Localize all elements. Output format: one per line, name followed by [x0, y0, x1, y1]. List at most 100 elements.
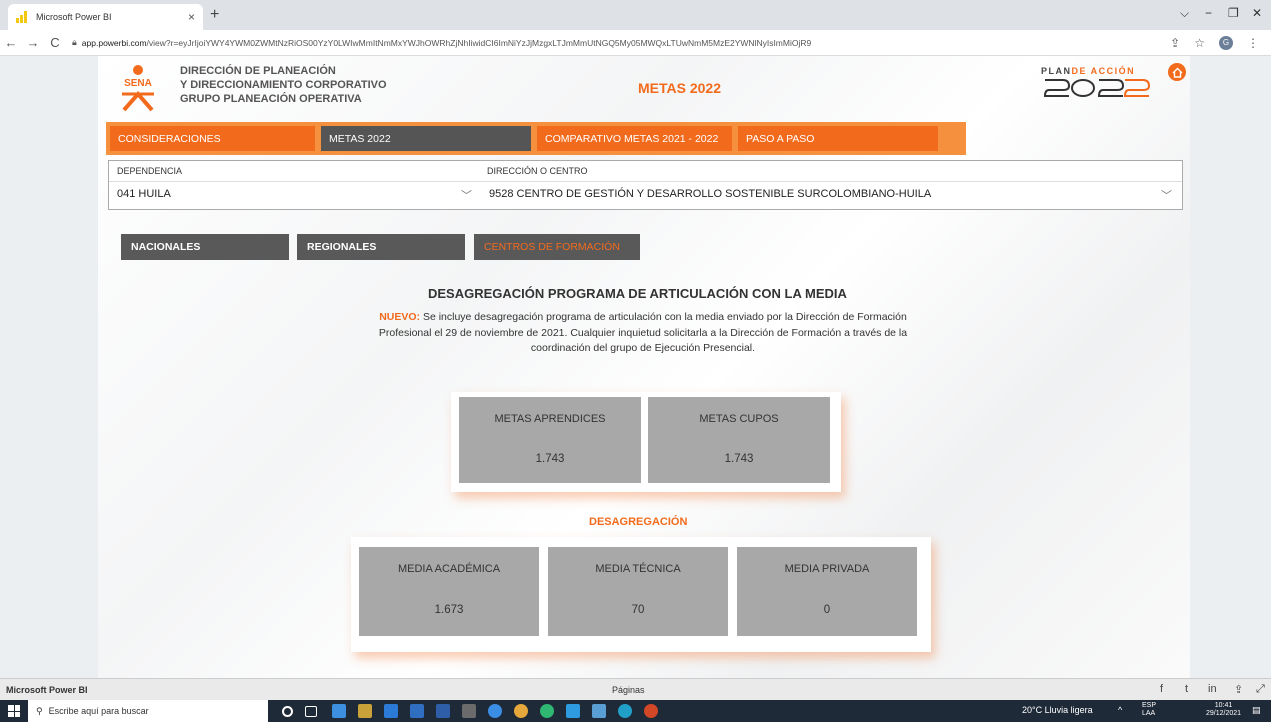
facebook-icon[interactable]: f: [1160, 683, 1163, 695]
onedrive-icon[interactable]: [566, 704, 580, 718]
clock-time: 10:41: [1214, 702, 1233, 709]
back-button[interactable]: ←: [0, 35, 22, 50]
tab-nacionales[interactable]: NACIONALES: [121, 234, 289, 260]
calculator-icon[interactable]: [358, 704, 372, 718]
keyboard-layout: LAA: [1142, 710, 1156, 717]
share-icon[interactable]: ⇪: [1234, 683, 1243, 696]
media-tecnica-label: MEDIA TÉCNICA: [595, 563, 681, 575]
header-line: Y DIRECCIONAMIENTO CORPORATIVO: [180, 79, 387, 91]
metas-cupos-value: 1.743: [724, 453, 754, 465]
nav-consideraciones-button[interactable]: CONSIDERACIONES: [110, 126, 315, 151]
language-code: ESP: [1142, 702, 1157, 709]
desagregacion-card-group: MEDIA ACADÉMICA 1.673 MEDIA TÉCNICA 70 M…: [351, 537, 931, 652]
taskbar-search[interactable]: ⚲ Escribe aquí para buscar: [28, 700, 268, 722]
chrome-icon[interactable]: [514, 704, 528, 718]
plan-logo-suffix: DE ACCIÓN: [1071, 66, 1136, 76]
menu-icon[interactable]: ⋮: [1247, 36, 1259, 50]
windows-start-icon[interactable]: [8, 705, 20, 717]
section-title: DESAGREGACIÓN PROGRAMA DE ARTICULACIÓN C…: [428, 286, 847, 301]
browser-tab[interactable]: Microsoft Power BI ×: [8, 4, 203, 30]
media-privada-card: MEDIA PRIVADA 0: [737, 547, 917, 636]
app-icon[interactable]: [618, 704, 632, 718]
home-button[interactable]: [1168, 63, 1186, 81]
pen-icon[interactable]: [462, 704, 476, 718]
report-canvas: SENA DIRECCIÓN DE PLANEACIÓN Y DIRECCION…: [0, 56, 1271, 678]
share-icon[interactable]: ⇪: [1170, 36, 1180, 50]
mail-icon[interactable]: [384, 704, 398, 718]
new-tab-button[interactable]: +: [210, 6, 219, 24]
report-nav-bar: CONSIDERACIONES METAS 2022 COMPARATIVO M…: [106, 122, 966, 155]
tray-chevron-up-icon[interactable]: ^: [1118, 705, 1122, 715]
header-line: DIRECCIÓN DE PLANEACIÓN: [180, 65, 336, 77]
file-explorer-icon[interactable]: [332, 704, 346, 718]
powerpoint-icon[interactable]: [644, 704, 658, 718]
powerbi-footer: Microsoft Power BI Páginas f t in ⇪ ⤢: [0, 678, 1271, 700]
metas-cupos-card: METAS CUPOS 1.743: [648, 397, 830, 483]
media-privada-value: 0: [823, 604, 831, 616]
forward-button[interactable]: →: [22, 35, 44, 50]
clock[interactable]: 10:41 29/12/2021: [1206, 702, 1241, 718]
filter-divider: [109, 181, 1182, 182]
sena-logo: SENA: [122, 65, 154, 112]
media-privada-label: MEDIA PRIVADA: [784, 563, 870, 575]
metas-aprendices-value: 1.743: [535, 453, 565, 465]
outlook-icon[interactable]: [410, 704, 424, 718]
linkedin-icon[interactable]: in: [1208, 683, 1217, 695]
notifications-icon[interactable]: ▤: [1252, 705, 1261, 716]
tab-centros-de-formacion[interactable]: CENTROS DE FORMACIÓN: [474, 234, 640, 260]
clock-date: 29/12/2021: [1206, 710, 1242, 717]
footer-brand: Microsoft Power BI: [6, 685, 88, 695]
browser-tabstrip: Microsoft Power BI × + ⌵ − ❐ ✕: [0, 0, 1271, 30]
restore-button[interactable]: ❐: [1228, 6, 1239, 20]
edge-icon[interactable]: [488, 704, 502, 718]
close-window-button[interactable]: ✕: [1252, 6, 1262, 20]
url-path: /view?r=eyJrIjoiYWY4YWM0ZWMtNzRiOS00YzY0…: [146, 37, 812, 48]
direccion-select[interactable]: 9528 CENTRO DE GESTIÓN Y DESARROLLO SOST…: [489, 188, 931, 200]
logo-2022-graphic: [1043, 79, 1151, 97]
language-indicator[interactable]: ESP LAA: [1142, 702, 1156, 718]
url-field[interactable]: 🔒︎ app.powerbi.com /view?r=eyJrIjoiYWY4Y…: [72, 37, 1170, 48]
profile-avatar[interactable]: G: [1219, 35, 1233, 50]
report-page: SENA DIRECCIÓN DE PLANEACIÓN Y DIRECCION…: [98, 56, 1190, 678]
windows-taskbar: ⚲ Escribe aquí para buscar 20°C Lluvia l…: [0, 700, 1271, 722]
metas-cupos-label: METAS CUPOS: [699, 413, 779, 425]
close-tab-icon[interactable]: ×: [188, 10, 195, 24]
fullscreen-icon[interactable]: ⤢: [1256, 683, 1265, 696]
twitter-icon[interactable]: t: [1185, 683, 1188, 695]
url-domain: app.powerbi.com: [81, 37, 147, 48]
desagregacion-title: DESAGREGACIÓN: [589, 516, 688, 528]
bookmark-star-icon[interactable]: ☆: [1194, 36, 1205, 50]
cortana-icon[interactable]: [282, 706, 293, 717]
media-academica-value: 1.673: [434, 604, 464, 616]
network-app-icon[interactable]: [592, 704, 606, 718]
plan-de-accion-logo: PLANDE ACCIÓN: [1041, 66, 1151, 106]
dependencia-select[interactable]: 041 HUILA: [117, 188, 171, 200]
taskbar-search-placeholder: Escribe aquí para buscar: [48, 706, 149, 716]
address-bar: ← → C 🔒︎ app.powerbi.com /view?r=eyJrIjo…: [0, 30, 1271, 56]
nav-paso-a-paso-button[interactable]: PASO A PASO: [738, 126, 938, 151]
search-icon: ⚲: [36, 705, 43, 716]
chevron-down-icon[interactable]: ﹀: [461, 187, 472, 203]
direccion-label: DIRECCIÓN O CENTRO: [487, 166, 588, 176]
media-academica-card: MEDIA ACADÉMICA 1.673: [359, 547, 539, 636]
tab-regionales[interactable]: REGIONALES: [297, 234, 465, 260]
dependencia-label: DEPENDENCIA: [117, 166, 183, 176]
task-view-icon[interactable]: [305, 706, 317, 717]
powerbi-logo-icon: [16, 11, 28, 23]
tab-search-icon[interactable]: ⌵: [1180, 6, 1189, 21]
header-text: DIRECCIÓN DE PLANEACIÓN Y DIRECCIONAMIEN…: [180, 64, 387, 106]
media-academica-label: MEDIA ACADÉMICA: [397, 563, 501, 575]
nav-comparativo-button[interactable]: COMPARATIVO METAS 2021 - 2022: [537, 126, 732, 151]
plan-logo-prefix: PLAN: [1041, 66, 1072, 76]
media-tecnica-card: MEDIA TÉCNICA 70: [548, 547, 728, 636]
pages-button[interactable]: Páginas: [612, 685, 645, 695]
word-icon[interactable]: [436, 704, 450, 718]
chevron-down-icon[interactable]: ﹀: [1161, 187, 1172, 203]
weather-status[interactable]: 20°C Lluvia ligera: [1022, 705, 1093, 715]
tab-title: Microsoft Power BI: [36, 12, 112, 22]
whatsapp-icon[interactable]: [540, 704, 554, 718]
sena-logo-text: SENA: [124, 78, 152, 89]
minimize-button[interactable]: −: [1205, 6, 1212, 20]
nav-metas-2022-button[interactable]: METAS 2022: [321, 126, 531, 151]
reload-button[interactable]: C: [44, 35, 66, 50]
